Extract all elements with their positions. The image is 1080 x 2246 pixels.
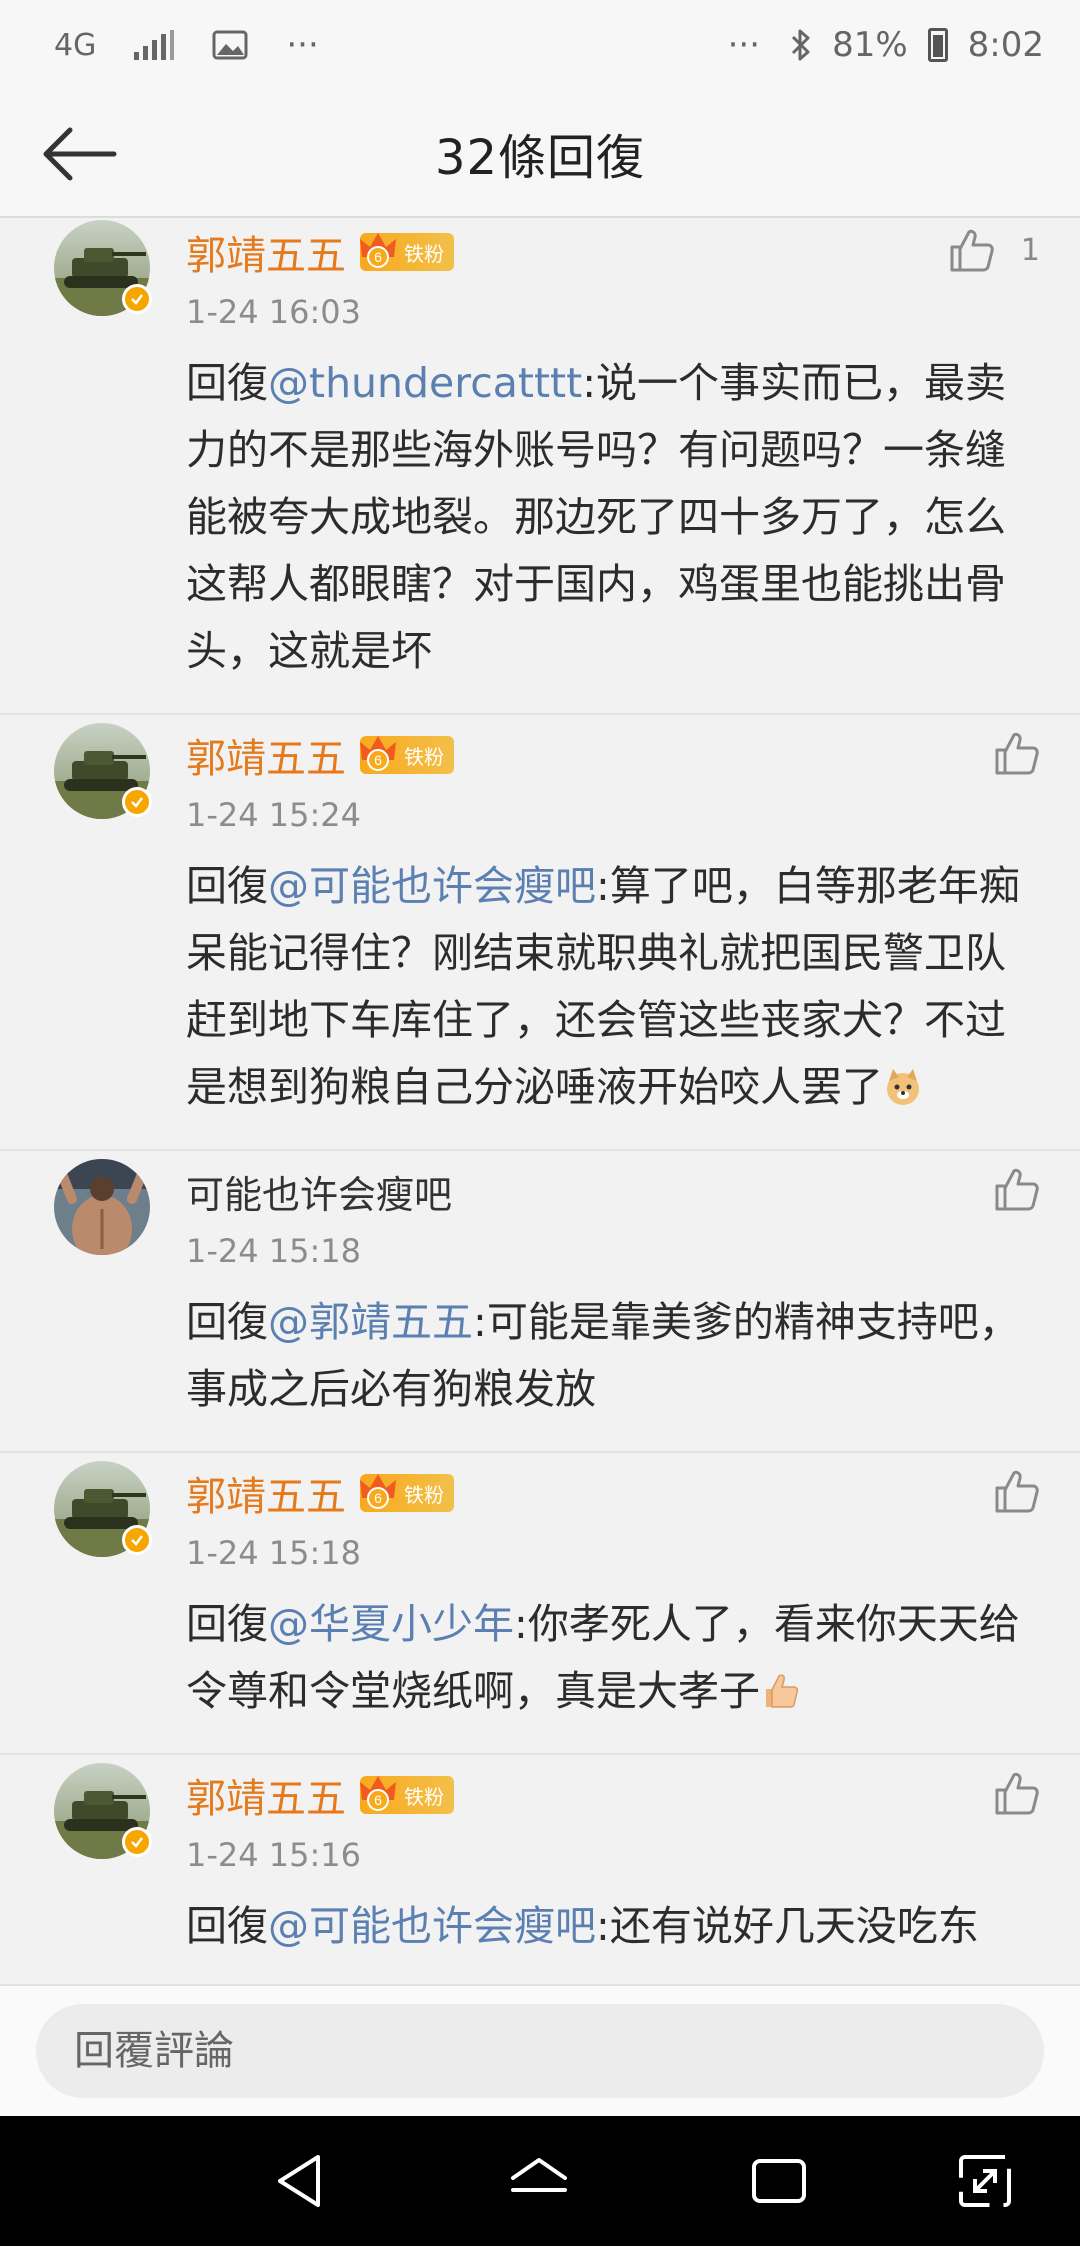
- fan-badge-label: 铁粉: [404, 744, 444, 769]
- mention-link[interactable]: @郭靖五五: [268, 1298, 473, 1346]
- avatar[interactable]: [54, 723, 152, 819]
- back-button[interactable]: [38, 116, 122, 192]
- mention-link[interactable]: @华夏小少年: [268, 1600, 514, 1648]
- fan-badge: 6 铁粉: [360, 1776, 454, 1814]
- mention-link[interactable]: @可能也许会瘦吧: [268, 1902, 596, 1950]
- mention-link[interactable]: @可能也许会瘦吧: [268, 862, 596, 910]
- page-title: 32條回復: [434, 130, 646, 186]
- nav-back-button[interactable]: [266, 2148, 332, 2214]
- reply-time: 1-24 15:18: [186, 1534, 362, 1572]
- user-name[interactable]: 郭靖五五: [186, 1766, 346, 1824]
- arrow-left-icon: [43, 127, 117, 181]
- fan-badge-label: 铁粉: [404, 1482, 444, 1507]
- thumbs-up-icon: [950, 229, 994, 272]
- reply-time: 1-24 16:03: [186, 293, 362, 331]
- nav-header: 32條回復: [0, 90, 1080, 218]
- recent-apps-icon: [752, 2159, 806, 2203]
- fan-badge: 6 铁粉: [360, 736, 454, 774]
- verified-badge-icon: [122, 787, 152, 817]
- thumbs-up-emoji-icon: [766, 1674, 799, 1708]
- status-bar: 4G ··· ··· 81% 8:02: [0, 0, 1080, 90]
- avatar[interactable]: [54, 1763, 152, 1859]
- reply-prefix: 回復: [186, 1902, 268, 1950]
- svg-text:6: 6: [374, 752, 382, 768]
- avatar[interactable]: [54, 1461, 152, 1557]
- reply-prefix: 回復: [186, 1600, 268, 1648]
- verified-badge-icon: [122, 1827, 152, 1857]
- like-button[interactable]: [994, 1461, 1040, 1521]
- home-icon: [511, 2158, 567, 2192]
- more-status-icon: ···: [727, 25, 761, 65]
- reply-input[interactable]: [36, 2004, 1044, 2098]
- crown-icon: 6: [360, 1474, 396, 1509]
- avatar[interactable]: [54, 220, 152, 316]
- crown-icon: 6: [360, 233, 396, 268]
- fan-badge-label: 铁粉: [404, 241, 444, 266]
- thumbs-up-icon: [995, 732, 1039, 775]
- signal-icon: [134, 30, 175, 60]
- fan-badge-label: 铁粉: [404, 1784, 444, 1809]
- svg-text:6: 6: [374, 1792, 382, 1808]
- reply-prefix: 回復: [186, 862, 268, 910]
- triangle-back-icon: [278, 2155, 320, 2207]
- reply-prefix: 回復: [186, 359, 268, 407]
- user-name[interactable]: 可能也许会瘦吧: [186, 1164, 452, 1219]
- doge-emoji-icon: [887, 1069, 919, 1105]
- image-notification-icon: [212, 30, 248, 60]
- thumbs-up-icon: [995, 1772, 1039, 1815]
- reply-item[interactable]: 可能也许会瘦吧 1-24 15:18 回復@郭靖五五:可能是靠美爹的精神支持吧，…: [0, 1151, 1080, 1453]
- reply-list[interactable]: 郭靖五五 6 铁粉 1 1-24 16:03 回復@thundercatttt:说…: [0, 218, 1080, 1984]
- crown-icon: 6: [360, 736, 396, 771]
- svg-text:6: 6: [374, 1490, 382, 1506]
- reply-item[interactable]: 郭靖五五 6 铁粉 1-24 15:24 回復@可能也许会瘦吧:算了吧，白等那老年…: [0, 715, 1080, 1151]
- verified-badge-icon: [122, 284, 152, 314]
- clock: 8:02: [967, 25, 1044, 65]
- svg-text:6: 6: [374, 249, 382, 265]
- reply-time: 1-24 15:16: [186, 1836, 362, 1874]
- like-button[interactable]: 1: [949, 220, 1040, 280]
- crown-icon: 6: [360, 1776, 396, 1811]
- mention-link[interactable]: @thundercatttt: [268, 359, 582, 407]
- thumbs-up-icon: [995, 1168, 1039, 1211]
- user-name[interactable]: 郭靖五五: [186, 223, 346, 281]
- avatar-image: [54, 1159, 150, 1255]
- fan-badge: 6 铁粉: [360, 233, 454, 271]
- avatar[interactable]: [54, 1159, 150, 1255]
- reply-item[interactable]: 郭靖五五 6 铁粉 1 1-24 16:03 回復@thundercatttt:说…: [0, 218, 1080, 715]
- like-button[interactable]: [994, 723, 1040, 783]
- reply-text: :还有说好几天没吃东: [596, 1902, 979, 1950]
- reply-prefix: 回復: [186, 1298, 268, 1346]
- reply-content: 回復@thundercatttt:说一个事实而已，最卖力的不是那些海外账号吗？有…: [186, 350, 1040, 685]
- reply-content: 回復@可能也许会瘦吧:还有说好几天没吃东: [186, 1893, 1040, 1960]
- bluetooth-icon: [790, 28, 812, 62]
- like-count: 1: [1020, 232, 1040, 268]
- more-notifications-icon: ···: [286, 25, 319, 65]
- verified-badge-icon: [122, 1525, 152, 1555]
- battery-percent: 81%: [832, 25, 908, 65]
- reply-content: 回復@郭靖五五:可能是靠美爹的精神支持吧，事成之后必有狗粮发放: [186, 1289, 1040, 1423]
- reply-time: 1-24 15:18: [186, 1232, 362, 1270]
- nav-rotate-button[interactable]: [952, 2148, 1018, 2214]
- reply-item[interactable]: 郭靖五五 6 铁粉 1-24 15:18 回復@华夏小少年:你孝死人了，看来你天天…: [0, 1453, 1080, 1755]
- system-nav-bar: [0, 2116, 1080, 2246]
- like-button[interactable]: [994, 1763, 1040, 1823]
- like-button[interactable]: [994, 1159, 1040, 1219]
- thumbs-up-icon: [995, 1470, 1039, 1513]
- fan-badge: 6 铁粉: [360, 1474, 454, 1512]
- reply-content: 回復@可能也许会瘦吧:算了吧，白等那老年痴呆能记得住？刚结束就职典礼就把国民警卫…: [186, 853, 1040, 1121]
- nav-recent-button[interactable]: [746, 2148, 812, 2214]
- user-name[interactable]: 郭靖五五: [186, 726, 346, 784]
- reply-time: 1-24 15:24: [186, 796, 362, 834]
- network-type-4g: 4G: [54, 27, 97, 63]
- rotate-icon: [959, 2155, 1011, 2207]
- reply-bar: [0, 1984, 1080, 2116]
- user-name[interactable]: 郭靖五五: [186, 1464, 346, 1522]
- nav-home-button[interactable]: [506, 2148, 572, 2214]
- battery-icon: [927, 28, 948, 62]
- reply-content: 回復@华夏小少年:你孝死人了，看来你天天给令尊和令堂烧纸啊，真是大孝子: [186, 1591, 1040, 1725]
- reply-item[interactable]: 郭靖五五 6 铁粉 1-24 15:16 回復@可能也许会瘦吧:还有说好几天没吃东: [0, 1755, 1080, 1984]
